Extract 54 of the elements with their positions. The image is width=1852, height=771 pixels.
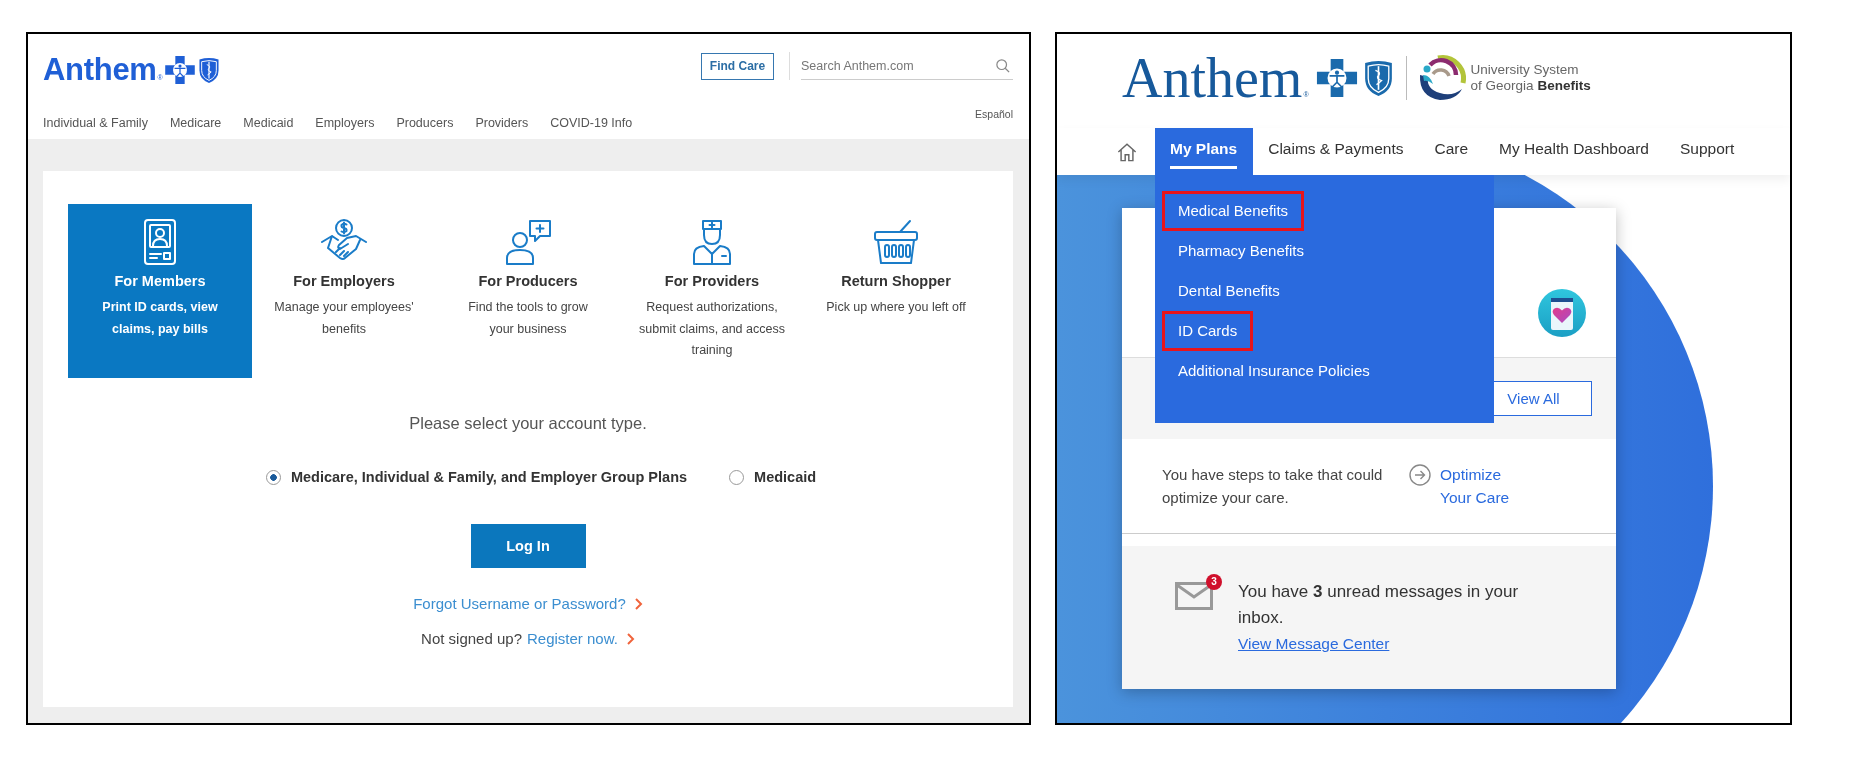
nav-link[interactable]: Providers: [475, 107, 529, 131]
nav-tab[interactable]: My Plans: [1155, 128, 1254, 175]
search-icon[interactable]: [996, 58, 1010, 73]
audience-tile[interactable]: For Employers Manage your employees' benefits: [252, 204, 436, 378]
chevron-right-icon: [633, 597, 643, 611]
nav-link[interactable]: Medicaid: [243, 107, 294, 131]
nav-link[interactable]: Producers: [396, 107, 454, 131]
search-field[interactable]: Search Anthem.com: [801, 52, 1013, 80]
login-button[interactable]: Log In: [470, 524, 586, 568]
chevron-right-icon: [625, 632, 635, 646]
menu-item[interactable]: ID Cards: [1162, 311, 1254, 351]
menu-item[interactable]: Dental Benefits: [1162, 271, 1296, 311]
envelope-icon: [1175, 582, 1213, 610]
shield-logo-icon: [198, 56, 221, 84]
nav-link[interactable]: Medicare: [169, 107, 222, 131]
prompt-text: Please select your account type.: [409, 413, 647, 434]
cross-logo-icon: [165, 56, 196, 84]
find-care-button[interactable]: Find Care: [701, 52, 774, 80]
audience-tile[interactable]: For Producers Find the tools to grow your business: [436, 204, 620, 378]
home-icon[interactable]: [1117, 141, 1137, 162]
messages-text: You have 3 unread messages in your inbox.: [1238, 581, 1520, 629]
nav-tab[interactable]: Claims & Payments: [1253, 128, 1420, 175]
message-center-link[interactable]: View Message Center: [1238, 631, 1390, 657]
nav-link[interactable]: Employers: [315, 107, 375, 131]
optimize-care-link[interactable]: Optimize Your Care: [1440, 463, 1522, 509]
radio-button[interactable]: [729, 469, 745, 485]
nav-tab[interactable]: Care: [1419, 128, 1485, 175]
nav-tab[interactable]: Support: [1664, 128, 1751, 175]
language-link[interactable]: Español: [975, 107, 1013, 121]
heart-phone-icon: [1538, 289, 1586, 337]
person-chat-icon: [504, 218, 552, 266]
register-link[interactable]: Register now.: [527, 629, 618, 649]
audience-tile[interactable]: For Providers Request authorizations, submit claims, and access training: [620, 204, 804, 378]
radio-label[interactable]: Medicare, Individual & Family, and Employer Group Plans: [290, 467, 688, 487]
cross-logo-icon: [1315, 59, 1358, 97]
nav-tab[interactable]: My Health Dashboard: [1484, 128, 1665, 175]
audience-tile[interactable]: For Members Print ID cards, view claims, pay bills: [68, 204, 252, 378]
care-steps-text: You have steps to take that could optimize your care.: [1162, 465, 1384, 508]
menu-item[interactable]: Pharmacy Benefits: [1162, 231, 1320, 271]
forgot-password-link[interactable]: Forgot Username or Password?: [413, 594, 626, 614]
menu-item[interactable]: Medical Benefits: [1162, 191, 1305, 231]
unread-badge: 3: [1206, 574, 1222, 590]
basket-icon: [872, 218, 920, 266]
menu-item[interactable]: Additional Insurance Policies: [1162, 351, 1386, 391]
signup-text: Not signed up?: [421, 629, 522, 649]
radio-button[interactable]: [265, 469, 281, 485]
arrow-circle-icon: [1409, 464, 1431, 486]
nav-link[interactable]: COVID-19 Info: [550, 107, 633, 131]
audience-tile[interactable]: Return Shopper Pick up where you left off: [804, 204, 988, 378]
shield-logo-icon: [1362, 59, 1394, 97]
partner-logo-text: University System: [1470, 62, 1580, 78]
radio-label[interactable]: Medicaid: [754, 467, 817, 487]
nav-link[interactable]: Individual & Family: [43, 107, 148, 131]
partner-logo-text: of Georgia Benefits: [1470, 78, 1591, 94]
